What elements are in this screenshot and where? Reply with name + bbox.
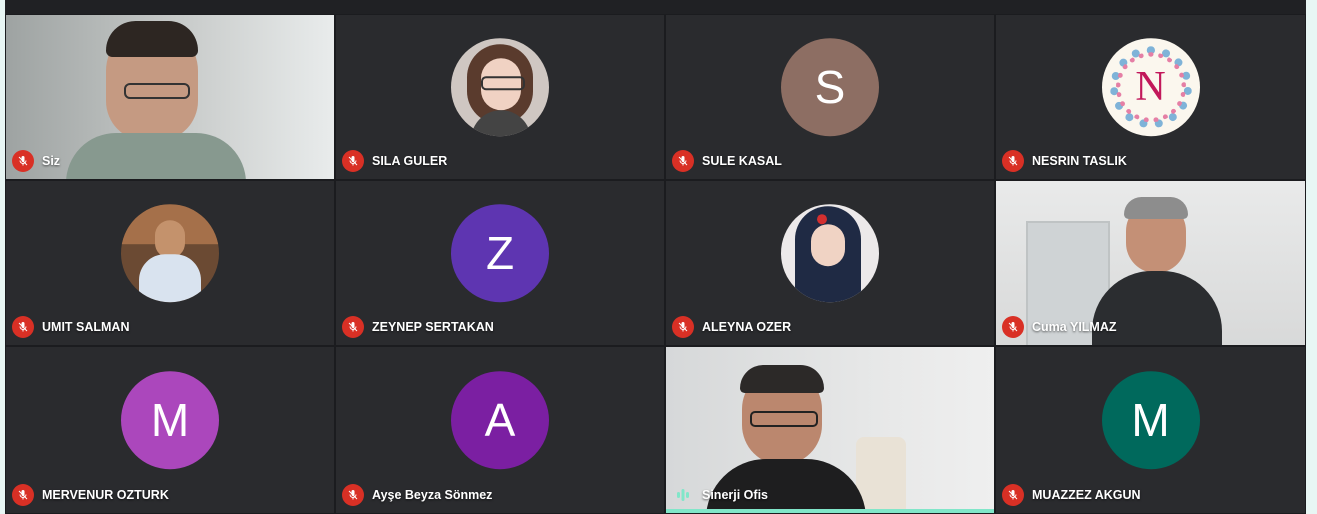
tile-aleyna-ozer[interactable]: ALEYNA OZER — [665, 180, 995, 346]
avatar: Z — [451, 204, 549, 303]
avatar: S — [781, 38, 879, 137]
name-label: NESRIN TASLIK — [1002, 149, 1127, 173]
participant-name: MERVENUR OZTURK — [42, 488, 169, 502]
avatar-initial: M — [1131, 394, 1170, 447]
avatar — [121, 204, 219, 303]
participant-name: ALEYNA OZER — [702, 320, 792, 334]
meeting-grid: Siz SILA GULER S SULE KASAL N NESRIN TAS… — [5, 0, 1306, 514]
tile-mervenur-ozturk[interactable]: M MERVENUR OZTURK — [5, 346, 335, 514]
avatar-initial: Z — [485, 227, 515, 280]
avatar: N — [1101, 38, 1200, 137]
avatar — [781, 204, 879, 303]
mic-off-icon[interactable] — [672, 150, 694, 172]
participant-name: Ayşe Beyza Sönmez — [372, 488, 493, 502]
tile-zeynep-sertakan[interactable]: Z ZEYNEP SERTAKAN — [335, 180, 665, 346]
participant-name: SILA GULER — [372, 154, 448, 168]
name-label: ZEYNEP SERTAKAN — [342, 315, 494, 339]
participant-name: NESRIN TASLIK — [1032, 154, 1127, 168]
participant-name: SULE KASAL — [702, 154, 782, 168]
mic-off-icon[interactable] — [342, 316, 364, 338]
tile-sila-guler[interactable]: SILA GULER — [335, 14, 665, 180]
name-label: MUAZZEZ AKGUN — [1002, 483, 1141, 507]
avatar-initial: M — [150, 394, 190, 447]
name-label: Cuma YILMAZ — [1002, 315, 1117, 339]
mic-off-icon[interactable] — [1002, 150, 1024, 172]
avatar: M — [1101, 371, 1200, 470]
name-label: MERVENUR OZTURK — [12, 483, 169, 507]
audio-level-icon — [672, 484, 694, 506]
name-label: UMIT SALMAN — [12, 315, 130, 339]
name-label: Ayşe Beyza Sönmez — [342, 483, 492, 507]
participant-name: UMIT SALMAN — [42, 320, 130, 334]
mic-off-icon[interactable] — [342, 150, 364, 172]
screen: Siz SILA GULER S SULE KASAL N NESRIN TAS… — [0, 0, 1317, 514]
avatar-initial: S — [814, 61, 846, 114]
tile-siz[interactable]: Siz — [5, 14, 335, 180]
mic-off-icon[interactable] — [12, 150, 34, 172]
name-label: SULE KASAL — [672, 149, 782, 173]
mic-off-icon[interactable] — [672, 316, 694, 338]
tile-nesrin-taslik[interactable]: N NESRIN TASLIK — [995, 14, 1306, 180]
participant-name: Sinerji Ofis — [702, 488, 768, 502]
active-speaker-indicator — [666, 509, 994, 513]
mic-off-icon[interactable] — [12, 316, 34, 338]
tile-umit-salman[interactable]: UMIT SALMAN — [5, 180, 335, 346]
top-strip — [5, 0, 1306, 14]
mic-off-icon[interactable] — [12, 484, 34, 506]
mic-off-icon[interactable] — [1002, 316, 1024, 338]
avatar: A — [451, 371, 549, 470]
avatar-initial: A — [484, 394, 516, 447]
mic-off-icon[interactable] — [342, 484, 364, 506]
tile-sinerji-ofis[interactable]: Sinerji Ofis — [665, 346, 995, 514]
participant-name: ZEYNEP SERTAKAN — [372, 320, 494, 334]
tile-ayse-beyza-sonmez[interactable]: A Ayşe Beyza Sönmez — [335, 346, 665, 514]
avatar — [451, 38, 549, 137]
tile-muazzez-akgun[interactable]: M MUAZZEZ AKGUN — [995, 346, 1306, 514]
tile-cuma-yilmaz[interactable]: Cuma YILMAZ — [995, 180, 1306, 346]
participant-name: Siz — [42, 154, 61, 168]
name-label: Siz — [12, 149, 60, 173]
name-label: ALEYNA OZER — [672, 315, 791, 339]
avatar: M — [121, 371, 219, 470]
mic-off-icon[interactable] — [1002, 484, 1024, 506]
tile-sule-kasal[interactable]: S SULE KASAL — [665, 14, 995, 180]
name-label: SILA GULER — [342, 149, 447, 173]
participant-name: Cuma YILMAZ — [1032, 320, 1117, 334]
name-label: Sinerji Ofis — [672, 483, 768, 507]
avatar-initial: N — [1135, 64, 1166, 111]
participant-name: MUAZZEZ AKGUN — [1032, 488, 1141, 502]
